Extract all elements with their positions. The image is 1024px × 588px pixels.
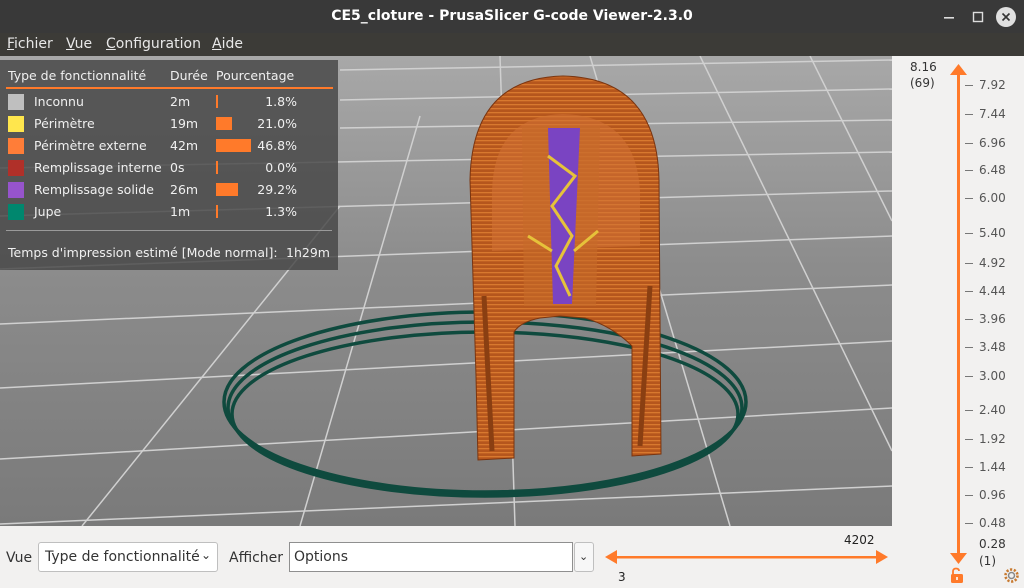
legend-swatch [8,160,24,176]
layer-slider-rail[interactable] [957,70,960,558]
legend-label: Inconnu [34,94,84,109]
legend-swatch [8,182,24,198]
layer-tick: 2.40 [965,403,1006,417]
chevron-down-icon: ⌄ [200,548,211,562]
printed-object [469,75,662,461]
legend-label: Jupe [34,204,62,219]
layer-tick: 3.00 [965,369,1006,383]
legend-label: Périmètre [34,116,95,131]
layer-bottom-value: 0.28 [979,537,1006,551]
legend-label: Remplissage solide [34,182,154,197]
legend-percent: 29.2% [257,182,297,197]
legend-divider [6,230,332,231]
layer-tick: 6.48 [965,163,1006,177]
legend-percent: 46.8% [257,138,297,153]
legend-swatch [8,138,24,154]
legend-row: Périmètre externe 42m 46.8% [0,135,338,157]
legend-percent: 1.8% [265,94,297,109]
close-icon[interactable] [996,7,1016,27]
minimize-icon[interactable] [940,8,958,26]
menu-fichier[interactable]: Fichier [7,36,53,52]
unlock-icon[interactable] [949,567,965,584]
print-time-value: 1h29m [286,245,330,260]
menu-bar: Fichier Vue Configuration Aide [0,33,1024,56]
legend-row: Inconnu 2m 1.8% [0,91,338,113]
options-field[interactable]: Options [289,542,573,572]
legend-percent: 21.0% [257,116,297,131]
layer-top-value: 8.16 [910,60,937,74]
app-window: CE5_cloture - PrusaSlicer G-code Viewer-… [0,0,1024,588]
legend-duration: 2m [170,94,191,109]
title-bar: CE5_cloture - PrusaSlicer G-code Viewer-… [0,0,1024,33]
layer-tick: 4.92 [965,256,1006,270]
show-label: Afficher [229,550,284,566]
legend-percent: 1.3% [265,204,297,219]
layer-tick: 4.44 [965,284,1006,298]
layer-tick: 3.48 [965,340,1006,354]
view-label: Vue [6,550,33,566]
window-title: CE5_cloture - PrusaSlicer G-code Viewer-… [331,8,693,24]
view-type-select[interactable]: Type de fonctionnalité ⌄ [38,542,218,572]
legend-duration: 0s [170,160,185,175]
moves-max-value: 4202 [844,533,875,547]
legend-percent: 0.0% [265,160,297,175]
layer-bottom-index: (1) [979,554,996,568]
legend-header-feature: Type de fonctionnalité [8,68,147,83]
legend-swatch [8,204,24,220]
chevron-down-icon: ⌄ [579,550,589,563]
layer-bottom-thumb-icon[interactable] [950,553,967,565]
legend-label: Remplissage interne [34,160,162,175]
menu-configuration[interactable]: Configuration [106,36,201,52]
layer-tick: 5.40 [965,226,1006,240]
legend-row: Jupe 1m 1.3% [0,201,338,223]
layer-tick: 6.96 [965,136,1006,150]
feature-legend: Type de fonctionnalité Durée Pourcentage… [0,60,338,270]
legend-row: Périmètre 19m 21.0% [0,113,338,135]
layer-slider[interactable]: 8.16 (69) 7.92 7.44 6.96 6.48 6.00 5.40 … [892,56,1024,588]
view-type-value: Type de fonctionnalité [45,549,200,565]
options-dropdown-button[interactable]: ⌄ [574,542,594,572]
layer-tick: 0.48 [965,516,1006,530]
bottom-toolbar: Vue Type de fonctionnalité ⌄ Afficher Op… [0,526,892,588]
legend-swatch [8,94,24,110]
legend-duration: 19m [170,116,199,131]
layer-tick: 6.00 [965,191,1006,205]
moves-slider-rail[interactable] [615,556,877,559]
layer-top-index: (69) [910,76,935,90]
layer-tick: 1.44 [965,460,1006,474]
legend-swatch [8,116,24,132]
layer-tick: 1.92 [965,432,1006,446]
layer-tick: 3.96 [965,312,1006,326]
print-time-label: Temps d'impression estimé [Mode normal]: [8,245,278,260]
layer-tick: 7.92 [965,78,1006,92]
moves-max-thumb-icon[interactable] [876,550,888,564]
legend-header-duration: Durée [170,68,208,83]
layer-tick: 0.96 [965,488,1006,502]
moves-min-value: 3 [618,570,626,584]
legend-row: Remplissage solide 26m 29.2% [0,179,338,201]
options-value: Options [294,549,349,565]
legend-header-divider [6,87,333,89]
maximize-icon[interactable] [969,8,987,26]
legend-label: Périmètre externe [34,138,147,153]
legend-duration: 42m [170,138,199,153]
legend-row: Remplissage interne 0s 0.0% [0,157,338,179]
gear-icon[interactable] [1003,567,1020,584]
layer-tick: 7.44 [965,107,1006,121]
legend-duration: 26m [170,182,199,197]
menu-aide[interactable]: Aide [212,36,243,52]
moves-slider[interactable] [605,550,888,564]
menu-vue[interactable]: Vue [66,36,92,52]
legend-duration: 1m [170,204,191,219]
layer-top-thumb-icon[interactable] [950,64,967,76]
legend-header-percentage: Pourcentage [216,68,295,83]
